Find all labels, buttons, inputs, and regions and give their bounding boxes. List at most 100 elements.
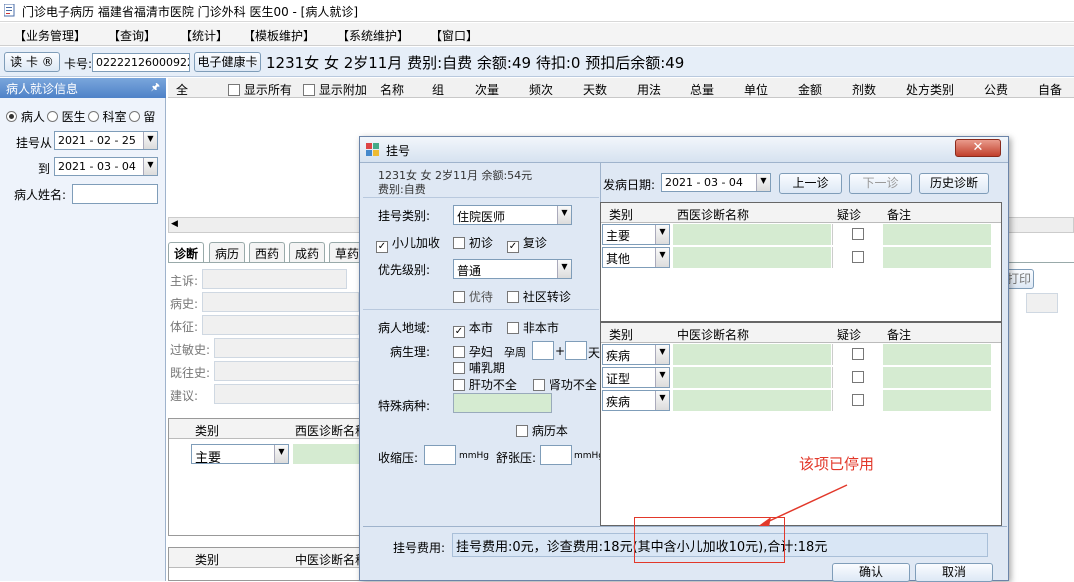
next-visit-button[interactable]: 下一诊 <box>849 173 912 194</box>
dropdown-arrow-icon[interactable]: ▼ <box>756 174 770 191</box>
confirm-button[interactable]: 确认 <box>832 563 910 582</box>
cn-row1-suspect-checkbox[interactable] <box>852 348 864 360</box>
onset-date-input[interactable]: 2021 - 03 - 04 ▼ <box>661 173 771 192</box>
table-row: 证型 ▼ <box>601 366 1001 389</box>
cn-row3-name[interactable] <box>673 390 831 411</box>
nonlocal-checkbox[interactable]: 非本市 <box>507 319 559 336</box>
gest-day-input[interactable] <box>565 341 587 360</box>
read-card-button[interactable]: 读 卡 ® <box>4 52 60 72</box>
patient-name-input[interactable] <box>72 184 158 204</box>
menu-template[interactable]: 【模板维护】 <box>243 27 315 44</box>
gest-week-input[interactable] <box>532 341 554 360</box>
child-surcharge-checkbox[interactable]: ✓ 小儿加收 <box>376 234 440 253</box>
reg-to-value: 2021 - 03 - 04 <box>58 160 136 173</box>
grid-col-days: 天数 <box>583 83 608 97</box>
cn-row1-name[interactable] <box>673 344 831 365</box>
menu-query[interactable]: 【查询】 <box>108 27 156 44</box>
special-disease-input[interactable] <box>453 393 552 413</box>
tab-patent-medicine[interactable]: 成药 <box>289 242 326 262</box>
dropdown-arrow-icon[interactable]: ▼ <box>655 248 669 267</box>
card-number-input[interactable]: 022221260009228 <box>92 53 190 72</box>
past-history-input[interactable] <box>214 361 359 381</box>
advice-input[interactable] <box>214 384 359 404</box>
west-row1-type[interactable]: 主要 ▼ <box>602 224 670 245</box>
cn-row1-note[interactable] <box>883 344 991 365</box>
dropdown-arrow-icon[interactable]: ▼ <box>557 206 571 224</box>
dropdown-arrow-icon[interactable]: ▼ <box>655 345 669 364</box>
right-field[interactable] <box>1026 293 1058 313</box>
reg-to-date[interactable]: 2021 - 03 - 04 ▼ <box>54 157 158 176</box>
menu-business[interactable]: 【业务管理】 <box>14 27 86 44</box>
dropdown-arrow-icon[interactable]: ▼ <box>557 260 571 278</box>
chief-complaint-input[interactable] <box>202 269 347 289</box>
dropdown-arrow-icon[interactable]: ▼ <box>655 225 669 244</box>
lactation-checkbox[interactable]: 哺乳期 <box>453 359 505 376</box>
dropdown-arrow-icon[interactable]: ▼ <box>143 158 157 175</box>
priority-select[interactable]: 普通 ▼ <box>453 259 572 279</box>
pregnant-checkbox[interactable]: 孕妇 <box>453 343 493 360</box>
return-visit-checkbox[interactable]: ✓ 复诊 <box>507 234 547 253</box>
west-row2-note[interactable] <box>883 247 991 268</box>
diastolic-input[interactable] <box>540 445 572 465</box>
dropdown-arrow-icon[interactable]: ▼ <box>655 391 669 410</box>
scroll-left-icon[interactable]: ◀ <box>171 219 178 229</box>
reg-type-select[interactable]: 住院医师 ▼ <box>453 205 572 225</box>
radio-doctor[interactable] <box>46 111 58 122</box>
community-transfer-checkbox[interactable]: 社区转诊 <box>507 288 571 305</box>
cn-row2-suspect-checkbox[interactable] <box>852 371 864 383</box>
kidney-checkbox[interactable]: 肾功不全 <box>533 376 597 393</box>
dropdown-arrow-icon[interactable]: ▼ <box>655 368 669 387</box>
systolic-input[interactable] <box>424 445 456 465</box>
pin-icon[interactable]: 🖈 <box>151 80 160 97</box>
cn-col-name: 中医诊断名称 <box>677 328 750 342</box>
first-visit-checkbox[interactable]: 初诊 <box>453 234 493 251</box>
region-label: 病人地域: <box>378 321 431 335</box>
show-all-checkbox[interactable]: 显示所有 <box>228 81 292 98</box>
show-extra-checkbox[interactable]: 显示附加 <box>303 81 367 98</box>
west-row2-name[interactable] <box>673 247 831 268</box>
signs-input[interactable] <box>202 315 359 335</box>
allergy-input[interactable] <box>214 338 359 358</box>
west-row1-note[interactable] <box>883 224 991 245</box>
cn-row1-type[interactable]: 疾病 ▼ <box>602 344 670 365</box>
cn-row2-name[interactable] <box>673 367 831 388</box>
cn-row3-note[interactable] <box>883 390 991 411</box>
bg-western-name-cell[interactable] <box>293 444 359 464</box>
preferential-label: 优待 <box>468 290 493 304</box>
radio-patient[interactable] <box>6 111 17 122</box>
history-diagnosis-button[interactable]: 历史诊断 <box>919 173 989 194</box>
local-checkbox[interactable]: ✓ 本市 <box>453 319 493 338</box>
radio-stay[interactable] <box>128 111 140 122</box>
record-book-checkbox[interactable]: 病历本 <box>516 422 568 439</box>
history-input[interactable] <box>202 292 359 312</box>
west-row1-name[interactable] <box>673 224 831 245</box>
cancel-button[interactable]: 取消 <box>915 563 993 582</box>
cn-row2-type[interactable]: 证型 ▼ <box>602 367 670 388</box>
menu-window[interactable]: 【窗口】 <box>430 27 478 44</box>
grid-col-name: 名称 <box>380 83 405 97</box>
menu-system[interactable]: 【系统维护】 <box>337 27 409 44</box>
bg-type-select[interactable]: 主要 ▼ <box>191 444 289 464</box>
west-row2-type[interactable]: 其他 ▼ <box>602 247 670 268</box>
west-row1-suspect-checkbox[interactable] <box>852 228 864 240</box>
tab-diagnosis[interactable]: 诊断 <box>168 242 205 262</box>
grid-col-all[interactable]: 全 <box>176 81 188 98</box>
cn-row2-note[interactable] <box>883 367 991 388</box>
tab-medical-record[interactable]: 病历 <box>209 242 246 262</box>
liver-checkbox[interactable]: 肝功不全 <box>453 376 517 393</box>
gest-week-label: 孕周 <box>504 346 526 359</box>
close-icon[interactable]: ✕ <box>955 139 1001 157</box>
cn-row3-type[interactable]: 疾病 ▼ <box>602 390 670 411</box>
menu-stats[interactable]: 【统计】 <box>180 27 228 44</box>
radio-department[interactable] <box>87 111 99 122</box>
dropdown-arrow-icon[interactable]: ▼ <box>274 445 288 463</box>
tab-western-medicine[interactable]: 西药 <box>249 242 286 262</box>
dropdown-arrow-icon[interactable]: ▼ <box>143 132 157 149</box>
west-row2-suspect-checkbox[interactable] <box>852 251 864 263</box>
bg-chinese-diag-table: 类别 中医诊断名称 <box>168 547 367 581</box>
cn-row3-suspect-checkbox[interactable] <box>852 394 864 406</box>
reg-from-date[interactable]: 2021 - 02 - 25 ▼ <box>54 131 158 150</box>
preferential-checkbox[interactable]: 优待 <box>453 288 493 305</box>
health-card-button[interactable]: 电子健康卡 <box>194 52 261 72</box>
prev-visit-button[interactable]: 上一诊 <box>779 173 842 194</box>
